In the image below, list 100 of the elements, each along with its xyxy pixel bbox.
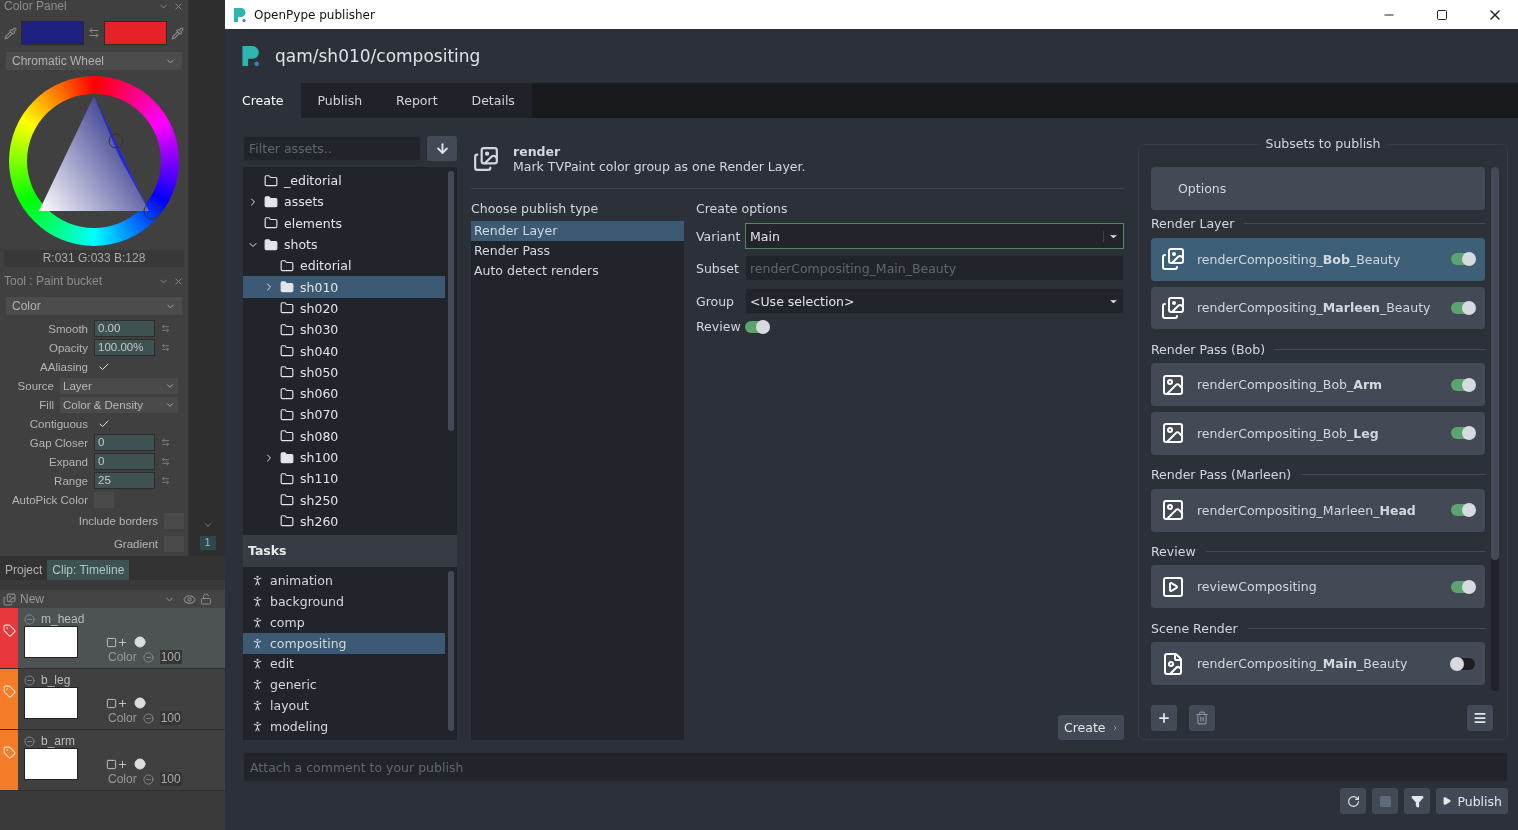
spin-arrows-icon[interactable] — [161, 343, 170, 352]
subset-card[interactable]: reviewCompositing — [1151, 565, 1485, 609]
primary-color-swatch[interactable] — [21, 21, 84, 45]
subset-card[interactable]: renderCompositing_Bob_Beauty — [1151, 237, 1485, 281]
blend-mode[interactable]: Color — [108, 772, 137, 786]
dot-icon[interactable] — [134, 697, 146, 709]
tree-item[interactable]: sh050 — [243, 361, 445, 383]
spin-arrows-icon[interactable] — [161, 438, 170, 447]
timeline-tab[interactable]: Clip: Timeline — [47, 560, 130, 580]
toggle-switch[interactable] — [745, 320, 769, 333]
toggle-switch[interactable] — [1451, 253, 1475, 266]
number-field[interactable]: 0 — [94, 434, 155, 451]
layer-options-icon[interactable] — [106, 636, 128, 648]
tool-mode-select[interactable]: Color — [6, 297, 182, 315]
toggle-switch[interactable] — [1451, 427, 1475, 440]
wheel-mode-select[interactable]: Chromatic Wheel — [6, 52, 182, 70]
scrollbar[interactable] — [448, 171, 454, 431]
number-field[interactable]: 100.00% — [94, 339, 155, 356]
layer-row[interactable]: b_leg Color 100 — [0, 669, 225, 730]
task-item[interactable]: layout — [243, 695, 445, 717]
tree-item[interactable]: sh250 — [243, 489, 445, 511]
collapse-icon[interactable] — [24, 735, 35, 747]
create-button[interactable]: Create — [1058, 715, 1124, 740]
tree-item[interactable]: assets — [243, 191, 445, 213]
tree-item[interactable]: _editorial — [243, 170, 445, 192]
opacity-value[interactable]: 100 — [159, 711, 182, 725]
number-field[interactable]: 0 — [94, 453, 155, 470]
subset-card[interactable]: renderCompositing_Bob_Leg — [1151, 412, 1485, 455]
tree-item[interactable]: sh060 — [243, 382, 445, 405]
tree-item[interactable]: sh070 — [243, 404, 445, 426]
comment-field[interactable]: Attach a comment to your publish — [243, 752, 1508, 782]
tree-item[interactable]: sh110 — [243, 468, 445, 490]
task-item[interactable]: edit — [243, 653, 445, 675]
tab[interactable]: Details — [454, 83, 532, 118]
opacity-value[interactable]: 100 — [159, 650, 182, 664]
number-field[interactable]: 25 — [94, 472, 155, 489]
group-select[interactable]: <Use selection> — [745, 288, 1124, 314]
opacity-value[interactable]: 100 — [159, 772, 182, 786]
delete-button[interactable] — [1189, 705, 1215, 731]
arrow-down-button[interactable] — [427, 136, 457, 161]
tree-item[interactable]: sh080 — [243, 425, 445, 447]
stop-button[interactable] — [1372, 788, 1398, 814]
toggle-switch[interactable] — [1451, 378, 1475, 391]
secondary-color-swatch[interactable] — [104, 21, 167, 45]
tree-item[interactable]: editorial — [243, 255, 445, 277]
filter-field[interactable]: Filter assets.. — [243, 136, 421, 161]
refresh-button[interactable] — [1340, 788, 1366, 814]
tree-item[interactable]: elements — [243, 212, 445, 234]
task-item[interactable]: animation — [243, 570, 445, 591]
task-item[interactable]: generic — [243, 674, 445, 696]
lock-icon[interactable] — [200, 593, 212, 605]
filter-button[interactable] — [1404, 788, 1430, 814]
tree-item[interactable]: sh260 — [243, 510, 445, 533]
tree-item[interactable]: sh040 — [243, 340, 445, 362]
task-item[interactable]: compositing — [243, 632, 445, 654]
close-icon[interactable] — [173, 0, 184, 12]
eyedropper-icon[interactable] — [171, 26, 184, 40]
toggle-switch[interactable] — [1451, 580, 1475, 593]
tree-item[interactable]: shots — [243, 233, 445, 256]
layer-row[interactable]: m_head Color 100 — [0, 608, 225, 669]
blend-mode[interactable]: Color — [108, 711, 137, 725]
menu-button[interactable] — [1467, 705, 1493, 731]
subset-card[interactable]: renderCompositing_Marleen_Beauty — [1151, 286, 1485, 330]
toggle-switch[interactable] — [1451, 504, 1475, 517]
tree-item[interactable]: sh100 — [243, 446, 445, 469]
collapse-icon[interactable] — [24, 674, 35, 686]
variant-field[interactable]: Main — [745, 223, 1124, 249]
task-item[interactable]: background — [243, 590, 445, 612]
subset-card[interactable]: renderCompositing_Marleen_Head — [1151, 488, 1485, 532]
spin-arrows-icon[interactable] — [161, 457, 170, 466]
close-icon[interactable] — [173, 275, 184, 287]
toggle-switch[interactable] — [1451, 657, 1475, 670]
add-button[interactable] — [1151, 705, 1177, 731]
publish-type-item[interactable]: Render Layer — [471, 221, 684, 241]
number-field[interactable]: 0.00 — [94, 320, 155, 337]
tab[interactable]: Create — [225, 83, 301, 118]
task-item[interactable]: modeling — [243, 716, 445, 737]
spin-arrows-icon[interactable] — [161, 476, 170, 485]
publish-button[interactable]: Publish — [1436, 788, 1508, 814]
select-field[interactable]: Color & Density — [60, 396, 178, 413]
subset-card[interactable]: renderCompositing_Main_Beauty — [1151, 642, 1485, 685]
timeline-tab[interactable]: Project — [0, 560, 48, 580]
dot-icon[interactable] — [134, 758, 146, 770]
scroll-down-icon[interactable] — [202, 520, 213, 530]
subset-card[interactable]: renderCompositing_Bob_Arm — [1151, 363, 1485, 407]
layers-icon[interactable] — [3, 592, 16, 606]
dot-icon[interactable] — [134, 636, 146, 648]
scrollbar[interactable] — [1491, 167, 1499, 691]
tab[interactable]: Publish — [300, 83, 380, 118]
layer-options-icon[interactable] — [106, 697, 128, 709]
tree-item[interactable]: sh020 — [243, 297, 445, 320]
tree-item[interactable]: sh030 — [243, 319, 445, 341]
layer-options-icon[interactable] — [106, 758, 128, 770]
spin-arrows-icon[interactable] — [161, 324, 170, 333]
scrollbar[interactable] — [448, 571, 454, 731]
options-button[interactable]: Options — [1151, 167, 1485, 210]
publish-type-item[interactable]: Auto detect renders — [471, 261, 684, 281]
layer-row[interactable]: b_arm Color 100 — [0, 730, 225, 791]
eye-icon[interactable] — [183, 592, 196, 606]
task-item[interactable]: comp — [243, 611, 445, 633]
